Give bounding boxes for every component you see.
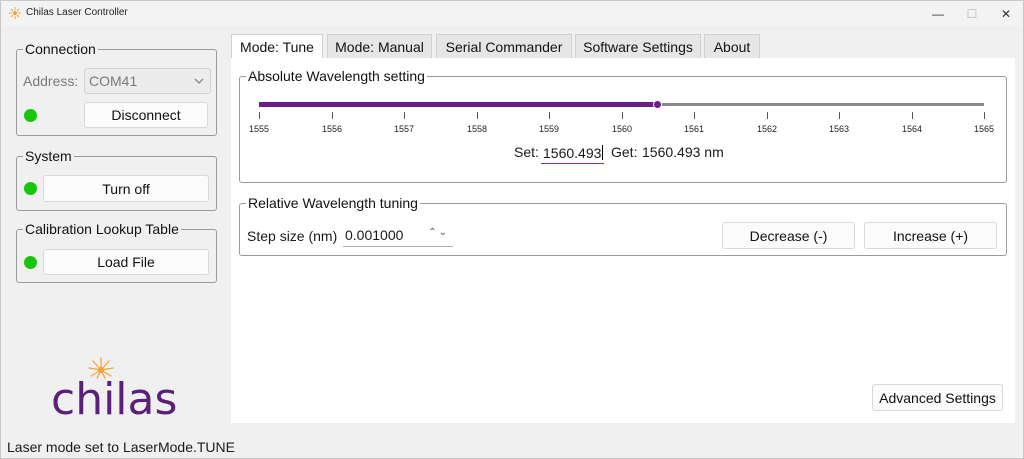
tab-about[interactable]: About	[704, 34, 760, 58]
tab-mode-manual[interactable]: Mode: Manual	[327, 34, 432, 58]
step-size-value: 0.001000	[345, 226, 404, 243]
chilas-logo: chilas	[49, 356, 189, 425]
close-icon[interactable]: ✕	[989, 1, 1023, 26]
slider-tick-label: 1557	[393, 124, 415, 134]
logo-text: chilas	[51, 374, 177, 418]
app-logo-icon	[9, 7, 21, 19]
connection-title: Connection	[23, 41, 98, 57]
tab-software-settings[interactable]: Software Settings	[575, 34, 701, 58]
tab-mode-tune[interactable]: Mode: Tune	[231, 34, 323, 59]
disconnect-button[interactable]: Disconnect	[84, 102, 208, 128]
slider-tick-label: 1561	[683, 124, 705, 134]
address-select[interactable]: COM41	[84, 68, 211, 94]
calibration-title: Calibration Lookup Table	[23, 221, 181, 237]
slider-tick-label: 1562	[756, 124, 778, 134]
status-bar: Laser mode set to LaserMode.TUNE	[1, 435, 1023, 459]
slider-tick	[549, 112, 550, 119]
app-window: Chilas Laser Controller — ☐ ✕ Connection…	[0, 0, 1024, 459]
get-value: 1560.493 nm	[642, 144, 724, 160]
slider-tick-label: 1565	[973, 124, 995, 134]
get-label: Get:	[611, 144, 638, 160]
system-status-led	[24, 182, 37, 195]
advanced-settings-button[interactable]: Advanced Settings	[872, 384, 1003, 411]
absolute-title: Absolute Wavelength setting	[246, 68, 427, 84]
spin-arrows-icon[interactable]: ⌃⌄	[428, 227, 449, 238]
slider-tick-label: 1563	[828, 124, 850, 134]
decrease-button[interactable]: Decrease (-)	[722, 222, 855, 249]
system-group: System Turn off	[16, 148, 217, 211]
slider-tick	[694, 112, 695, 119]
set-value: 1560.493	[543, 144, 602, 161]
minimize-icon[interactable]: —	[921, 1, 955, 26]
slider-tick-label: 1558	[466, 124, 488, 134]
increase-button[interactable]: Increase (+)	[864, 222, 997, 249]
set-wavelength-input[interactable]: 1560.493	[541, 142, 604, 164]
slider-tick	[984, 112, 985, 119]
turn-off-button[interactable]: Turn off	[43, 175, 209, 202]
connection-status-led	[24, 109, 37, 122]
wavelength-slider-fill	[259, 102, 658, 107]
address-value: COM41	[89, 73, 138, 89]
step-size-label: Step size (nm)	[247, 228, 338, 244]
slider-tick	[332, 112, 333, 119]
tab-serial-commander[interactable]: Serial Commander	[436, 34, 572, 58]
window-title: Chilas Laser Controller	[26, 7, 128, 18]
calibration-group: Calibration Lookup Table Load File	[16, 221, 217, 283]
load-file-button[interactable]: Load File	[43, 249, 209, 275]
slider-tick	[259, 112, 260, 119]
connection-group: Connection Address: COM41 Disconnect	[16, 41, 217, 136]
address-label: Address:	[23, 73, 79, 89]
slider-tick-label: 1559	[538, 124, 560, 134]
slider-tick-label: 1556	[321, 124, 343, 134]
slider-tick-label: 1560	[611, 124, 633, 134]
set-label: Set:	[514, 144, 539, 160]
chevron-down-icon	[194, 78, 204, 84]
step-size-spinbox[interactable]: 0.001000 ⌃⌄	[343, 223, 453, 247]
status-text: Laser mode set to LaserMode.TUNE	[7, 439, 235, 455]
slider-tick-label: 1555	[248, 124, 270, 134]
sun-icon: chilas	[51, 357, 177, 425]
maximize-icon: ☐	[966, 6, 978, 21]
slider-tick	[912, 112, 913, 119]
relative-title: Relative Wavelength tuning	[246, 195, 420, 211]
slider-tick	[404, 112, 405, 119]
title-bar: Chilas Laser Controller — ☐ ✕	[1, 1, 1023, 26]
system-title: System	[23, 148, 74, 164]
slider-tick	[622, 112, 623, 119]
slider-tick	[839, 112, 840, 119]
slider-tick	[767, 112, 768, 119]
calibration-status-led	[24, 256, 37, 269]
slider-tick-label: 1564	[901, 124, 923, 134]
slider-tick	[477, 112, 478, 119]
